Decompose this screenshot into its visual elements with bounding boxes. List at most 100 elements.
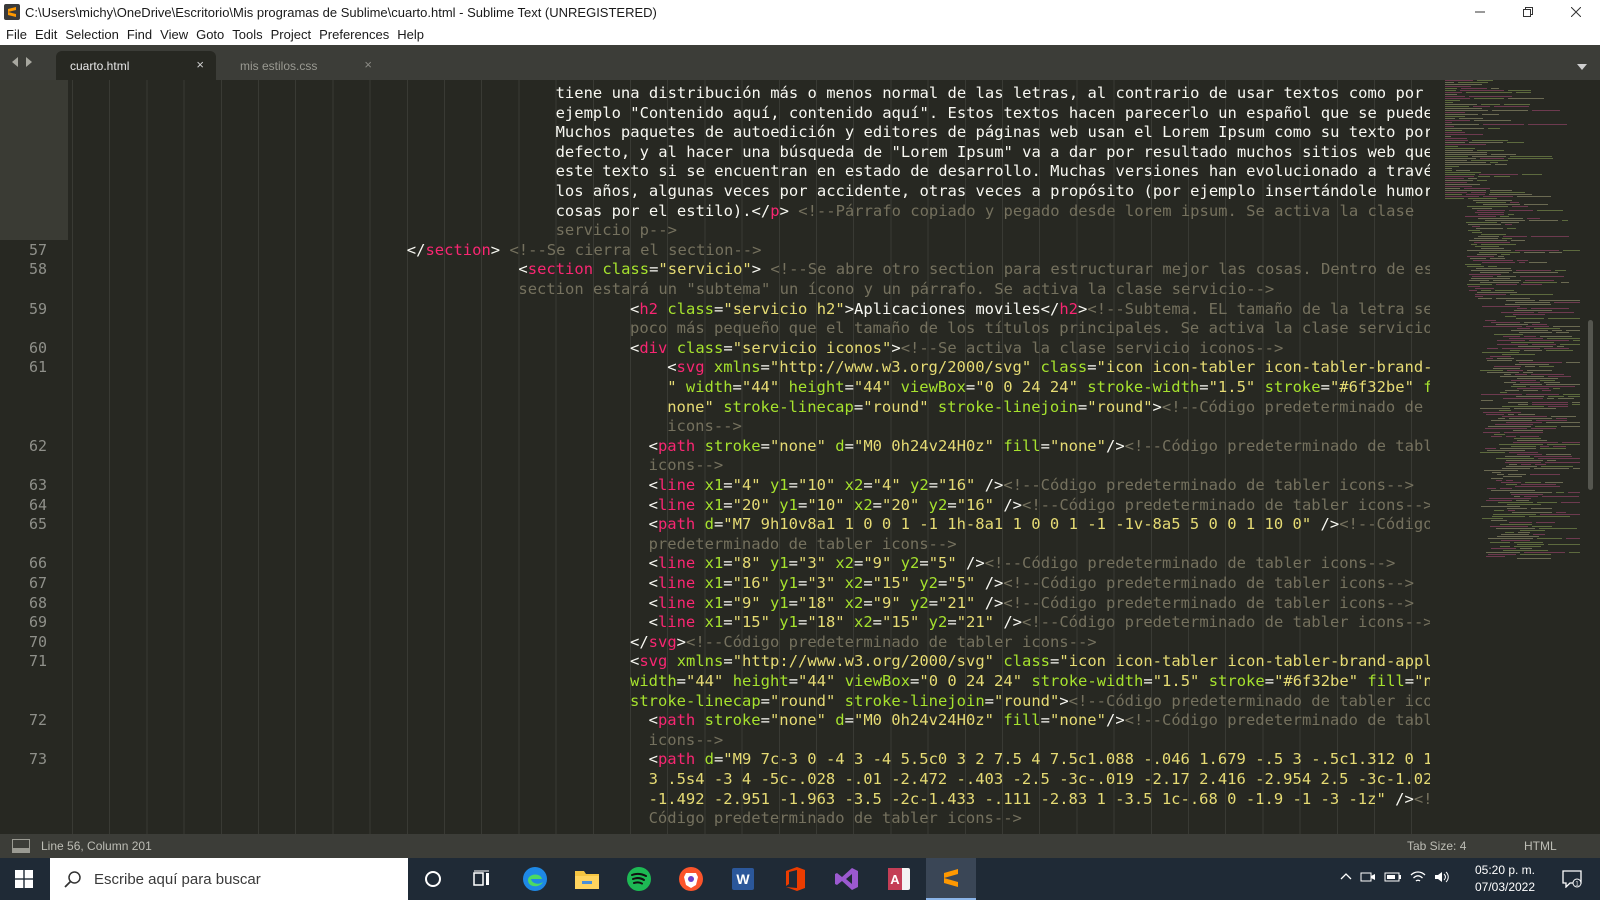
code-line[interactable]: defecto, y al hacer una búsqueda de "Lor…	[556, 142, 1430, 162]
tab-close-icon[interactable]: ×	[196, 58, 204, 71]
minimap-stroke	[1545, 462, 1580, 463]
code-line[interactable]: <line x1="16" y1="3" x2="15" y2="5" /><!…	[649, 573, 1414, 593]
code-line[interactable]: <line x1="15" y1="18" x2="15" y2="21" />…	[649, 612, 1430, 632]
code-line[interactable]: <path d="M9 7c-3 0 -4 3 -4 5.5c0 3 2 7.5…	[649, 749, 1430, 769]
code-token: stroke-linejoin	[844, 691, 985, 710]
code-token: section	[425, 240, 491, 259]
tab-prev-icon[interactable]	[10, 55, 20, 73]
menu-find[interactable]: Find	[123, 24, 156, 45]
minimap-stroke	[1510, 446, 1536, 447]
code-line[interactable]: <div class="servicio iconos"><!--Se acti…	[630, 338, 1283, 358]
taskbar-search-box[interactable]: Escribe aquí para buscar	[50, 858, 408, 900]
code-line[interactable]: este texto si se encuentran en estado de…	[556, 161, 1430, 181]
code-line[interactable]: servicio p-->	[556, 220, 677, 240]
code-line[interactable]: predeterminado de tabler icons-->	[649, 534, 957, 554]
battery-icon[interactable]	[1384, 870, 1402, 888]
code-line[interactable]: <line x1="9" y1="18" x2="9" y2="21" /><!…	[649, 593, 1414, 613]
menu-tools[interactable]: Tools	[228, 24, 266, 45]
code-line[interactable]: <h2 class="servicio h2">Aplicaciones mov…	[630, 299, 1430, 319]
edge-button[interactable]	[510, 858, 560, 900]
minimap-stroke	[1540, 514, 1580, 515]
code-line[interactable]: <svg xmlns="http://www.w3.org/2000/svg" …	[630, 651, 1430, 671]
start-button[interactable]	[0, 858, 48, 900]
restore-button[interactable]	[1504, 0, 1552, 24]
volume-icon[interactable]	[1434, 870, 1450, 889]
code-line[interactable]: <path stroke="none" d="M0 0h24v24H0z" fi…	[649, 436, 1430, 456]
code-line[interactable]: </svg><!--Código predeterminado de table…	[630, 632, 1097, 652]
code-line[interactable]: 3 .5s4 -3 4 -5c-.028 -.01 -2.472 -.403 -…	[649, 769, 1430, 789]
tab-size[interactable]: Tab Size: 4	[1407, 839, 1466, 853]
minimize-button[interactable]	[1456, 0, 1504, 24]
code-line[interactable]: <line x1="20" y1="10" x2="20" y2="16" />…	[649, 495, 1430, 515]
spotify-button[interactable]	[614, 858, 664, 900]
code-line[interactable]: tiene una distribución más o menos norma…	[556, 83, 1424, 103]
menu-project[interactable]: Project	[267, 24, 315, 45]
code-line[interactable]: los años, algunas veces por accidente, o…	[556, 181, 1430, 201]
vertical-scrollbar[interactable]	[1588, 320, 1593, 490]
editor-area[interactable]: 57 58 59 60 61 62 63 64 65 66 67 68 69 70 71 72 73 tiene…	[0, 80, 1600, 834]
tab-list-dropdown-icon[interactable]	[1576, 58, 1588, 76]
panel-toggle-icon[interactable]	[12, 839, 30, 856]
code-line[interactable]: <svg xmlns="http://www.w3.org/2000/svg" …	[667, 357, 1430, 377]
code-line[interactable]: <path stroke="none" d="M0 0h24v24H0z" fi…	[649, 710, 1430, 730]
tray-chevron-up-icon[interactable]	[1340, 870, 1352, 888]
tab-next-icon[interactable]	[24, 55, 34, 73]
tab-cuarto-html[interactable]: cuarto.html ×	[56, 51, 216, 80]
taskbar-clock[interactable]: 05:20 p. m. 07/03/2022	[1470, 862, 1540, 896]
code-line[interactable]: icons-->	[649, 455, 724, 475]
minimap-stroke	[1486, 414, 1504, 415]
code-line[interactable]: -1.492 -2.951 -1.963 -3.5 -2c-1.433 -.11…	[649, 789, 1430, 809]
code-token: "44"	[853, 378, 892, 396]
code-token: =	[947, 613, 957, 632]
code-line[interactable]: poco más pequeño que el tamaño de los tí…	[630, 318, 1430, 338]
tab-close-icon[interactable]: ×	[364, 58, 372, 71]
code-line[interactable]: cosas por el estilo).</p> <!--Párrafo co…	[556, 201, 1415, 221]
code-line[interactable]: </section> <!--Se cierra el section-->	[407, 240, 762, 260]
menu-preferences[interactable]: Preferences	[315, 24, 393, 45]
sublime-taskbar-button[interactable]	[926, 858, 976, 900]
access-button[interactable]: A	[874, 858, 924, 900]
code-line[interactable]: <line x1="4" y1="10" x2="4" y2="16" /><!…	[649, 475, 1414, 495]
clock-date: 07/03/2022	[1474, 880, 1536, 894]
code-line[interactable]: Muchos paquetes de autoedición y editore…	[556, 122, 1430, 142]
code-token: y1	[779, 574, 798, 592]
cortana-button[interactable]	[408, 858, 458, 900]
meet-icon[interactable]	[1360, 870, 1376, 889]
word-button[interactable]: W	[718, 858, 768, 900]
code-token: =	[788, 476, 798, 494]
menu-goto[interactable]: Goto	[192, 24, 228, 45]
visual-studio-button[interactable]	[822, 858, 872, 900]
minimap-stroke	[1542, 390, 1552, 391]
close-window-button[interactable]	[1552, 0, 1600, 24]
task-view-button[interactable]	[458, 858, 508, 900]
syntax-mode[interactable]: HTML	[1524, 839, 1557, 853]
menu-edit[interactable]: Edit	[31, 24, 61, 45]
code-line[interactable]: <path d="M7 9h10v8a1 1 0 0 1 -1 1h-8a1 1…	[649, 514, 1430, 534]
minimap-stroke	[1456, 170, 1470, 171]
brave-button[interactable]	[666, 858, 716, 900]
office-button[interactable]	[770, 858, 820, 900]
minimap[interactable]	[1440, 80, 1584, 834]
file-explorer-button[interactable]	[562, 858, 612, 900]
wifi-icon[interactable]	[1410, 870, 1426, 889]
code-line[interactable]: Código predeterminado de tabler icons-->	[649, 808, 1022, 828]
code-line[interactable]: stroke-linecap="round" stroke-linejoin="…	[630, 691, 1430, 711]
code-line[interactable]: icons-->	[649, 730, 724, 750]
code-line[interactable]: <section class="servicio"> <!--Se abre o…	[518, 259, 1430, 279]
code-line[interactable]: icons-->	[667, 416, 742, 436]
code-line[interactable]: ejemplo "Contenido aquí, contenido aquí"…	[556, 103, 1430, 123]
menu-view[interactable]: View	[156, 24, 192, 45]
code-line[interactable]: <line x1="8" y1="3" x2="9" y2="5" /><!--…	[649, 553, 1396, 573]
tab-mis-estilos-css[interactable]: mis estilos.css ×	[224, 51, 384, 80]
code-token: "21"	[938, 593, 976, 612]
code-line[interactable]: section estará un "subtema" un ícono y u…	[518, 279, 1274, 299]
minimap-stroke	[1465, 216, 1496, 217]
menu-selection[interactable]: Selection	[61, 24, 122, 45]
menu-help[interactable]: Help	[393, 24, 428, 45]
menu-file[interactable]: File	[2, 24, 31, 45]
notification-center-button[interactable]: 1	[1552, 858, 1592, 900]
code-view[interactable]: tiene una distribución más o menos norma…	[0, 80, 1430, 834]
code-line[interactable]: none" stroke-linecap="round" stroke-line…	[667, 397, 1430, 417]
code-line[interactable]: width="44" height="44" viewBox="0 0 24 2…	[630, 671, 1430, 691]
code-line[interactable]: " width="44" height="44" viewBox="0 0 24…	[667, 377, 1430, 397]
